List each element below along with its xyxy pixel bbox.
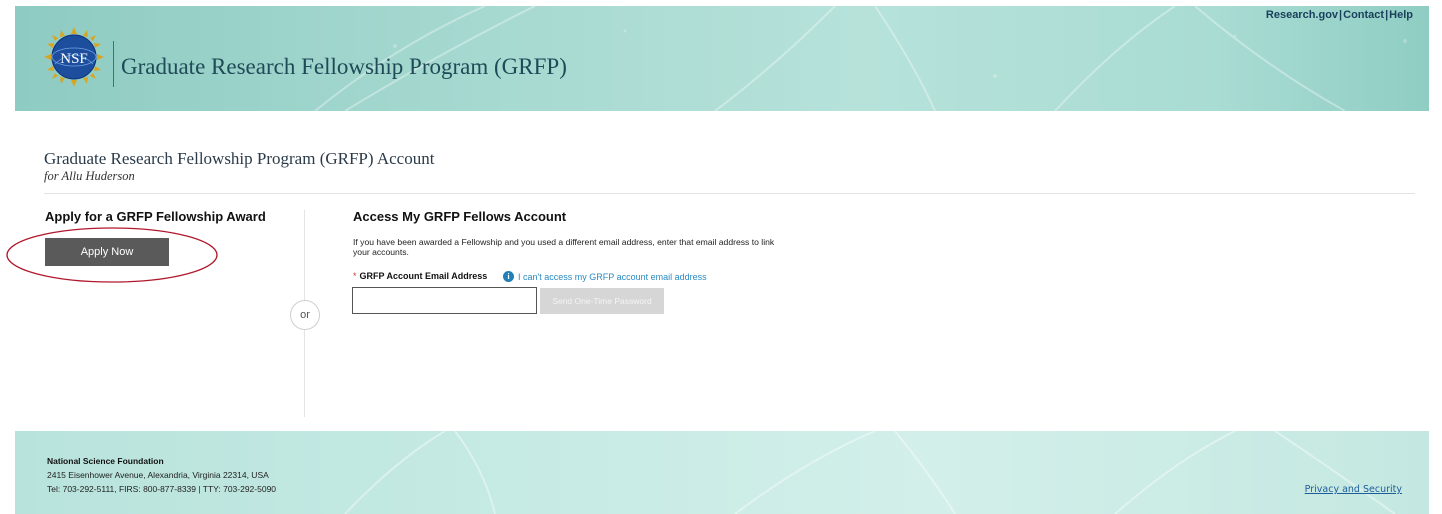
site-header: NSF Graduate Research Fellowship Program…: [15, 6, 1429, 111]
header-divider: [113, 41, 114, 87]
footer-phones: Tel: 703-292-5111, FIRS: 800-877-8339 | …: [47, 484, 277, 494]
email-field-label: * GRFP Account Email Address: [353, 271, 487, 281]
nsf-seal-logo[interactable]: NSF: [43, 26, 105, 88]
privacy-security-link[interactable]: Privacy and Security: [1305, 484, 1402, 495]
cant-access-email-link[interactable]: I can't access my GRFP account email add…: [518, 272, 707, 282]
research-gov-link[interactable]: Research.gov: [1266, 9, 1338, 21]
access-account-heading: Access My GRFP Fellows Account: [353, 209, 567, 224]
heading-divider: [44, 193, 1415, 194]
nsf-logo-text: NSF: [60, 51, 88, 67]
required-marker: *: [353, 271, 357, 281]
apply-now-button[interactable]: Apply Now: [45, 238, 169, 266]
site-footer: National Science Foundation 2415 Eisenho…: [15, 431, 1429, 514]
footer-org-name: National Science Foundation: [47, 456, 164, 466]
apply-section-heading: Apply for a GRFP Fellowship Award: [45, 209, 266, 224]
info-circle-icon[interactable]: i: [503, 271, 514, 282]
send-otp-button[interactable]: Send One-Time Password: [540, 288, 664, 314]
email-field[interactable]: [352, 287, 537, 314]
top-links: Research.gov|Contact|Help: [1266, 9, 1413, 21]
page-title: Graduate Research Fellowship Program (GR…: [44, 149, 435, 168]
contact-link[interactable]: Contact: [1343, 9, 1384, 21]
footer-address: 2415 Eisenhower Avenue, Alexandria, Virg…: [47, 470, 269, 480]
cant-access-email-link-wrap: i I can't access my GRFP account email a…: [503, 271, 707, 282]
email-label-text: GRFP Account Email Address: [359, 271, 488, 281]
site-title: Graduate Research Fellowship Program (GR…: [121, 54, 567, 79]
or-separator: or: [290, 300, 320, 330]
help-link[interactable]: Help: [1389, 9, 1413, 21]
access-account-description: If you have been awarded a Fellowship an…: [353, 237, 775, 257]
page-subtitle: for Allu Huderson: [44, 169, 135, 183]
